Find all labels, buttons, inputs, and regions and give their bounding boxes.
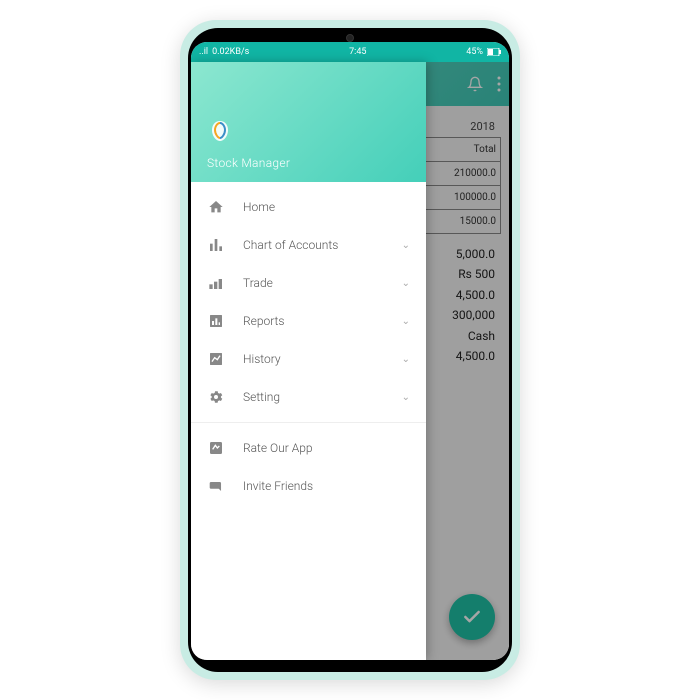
invite-icon (207, 477, 225, 495)
drawer-item-trade[interactable]: Trade ⌄ (191, 264, 426, 302)
status-right: 45% (466, 47, 501, 57)
chevron-down-icon: ⌄ (402, 316, 410, 327)
drawer-header: Stock Manager (191, 62, 426, 182)
status-left: ..il 0.02KB/s (199, 47, 249, 57)
phone-frame: ..il 0.02KB/s 7:45 45% (180, 20, 520, 680)
signal-text: ..il (199, 47, 208, 57)
home-icon (207, 198, 225, 216)
drawer-item-label: Trade (243, 276, 384, 290)
drawer-item-label: Home (243, 200, 410, 214)
phone-bezel: ..il 0.02KB/s 7:45 45% (188, 28, 512, 672)
navigation-drawer: Stock Manager Home Chart of Accounts (191, 62, 426, 660)
drawer-list: Home Chart of Accounts ⌄ Trade (191, 182, 426, 660)
chart-icon (207, 236, 225, 254)
rate-icon (207, 439, 225, 457)
status-bar: ..il 0.02KB/s 7:45 45% (191, 42, 509, 62)
chevron-down-icon: ⌄ (402, 240, 410, 251)
battery-text: 45% (466, 47, 483, 57)
drawer-item-setting[interactable]: Setting ⌄ (191, 378, 426, 416)
drawer-item-label: Rate Our App (243, 441, 410, 455)
trade-icon (207, 274, 225, 292)
drawer-item-rate-app[interactable]: Rate Our App (191, 429, 426, 467)
chevron-down-icon: ⌄ (402, 354, 410, 365)
drawer-item-label: Reports (243, 314, 384, 328)
drawer-item-history[interactable]: History ⌄ (191, 340, 426, 378)
drawer-title: Stock Manager (207, 156, 410, 170)
chevron-down-icon: ⌄ (402, 392, 410, 403)
drawer-item-reports[interactable]: Reports ⌄ (191, 302, 426, 340)
battery-icon (487, 48, 501, 56)
screen: ..il 0.02KB/s 7:45 45% (191, 42, 509, 660)
drawer-item-label: Chart of Accounts (243, 238, 384, 252)
chevron-down-icon: ⌄ (402, 278, 410, 289)
camera-dot (346, 34, 354, 42)
drawer-item-invite-friends[interactable]: Invite Friends (191, 467, 426, 505)
history-icon (207, 350, 225, 368)
drawer-item-label: Setting (243, 390, 384, 404)
drawer-divider (191, 422, 426, 423)
drawer-item-label: History (243, 352, 384, 366)
gear-icon (207, 388, 225, 406)
drawer-item-label: Invite Friends (243, 479, 410, 493)
drawer-item-home[interactable]: Home (191, 188, 426, 226)
drawer-item-chart-of-accounts[interactable]: Chart of Accounts ⌄ (191, 226, 426, 264)
app-logo-icon (207, 118, 233, 144)
status-time: 7:45 (349, 47, 366, 57)
reports-icon (207, 312, 225, 330)
net-speed: 0.02KB/s (212, 47, 249, 57)
